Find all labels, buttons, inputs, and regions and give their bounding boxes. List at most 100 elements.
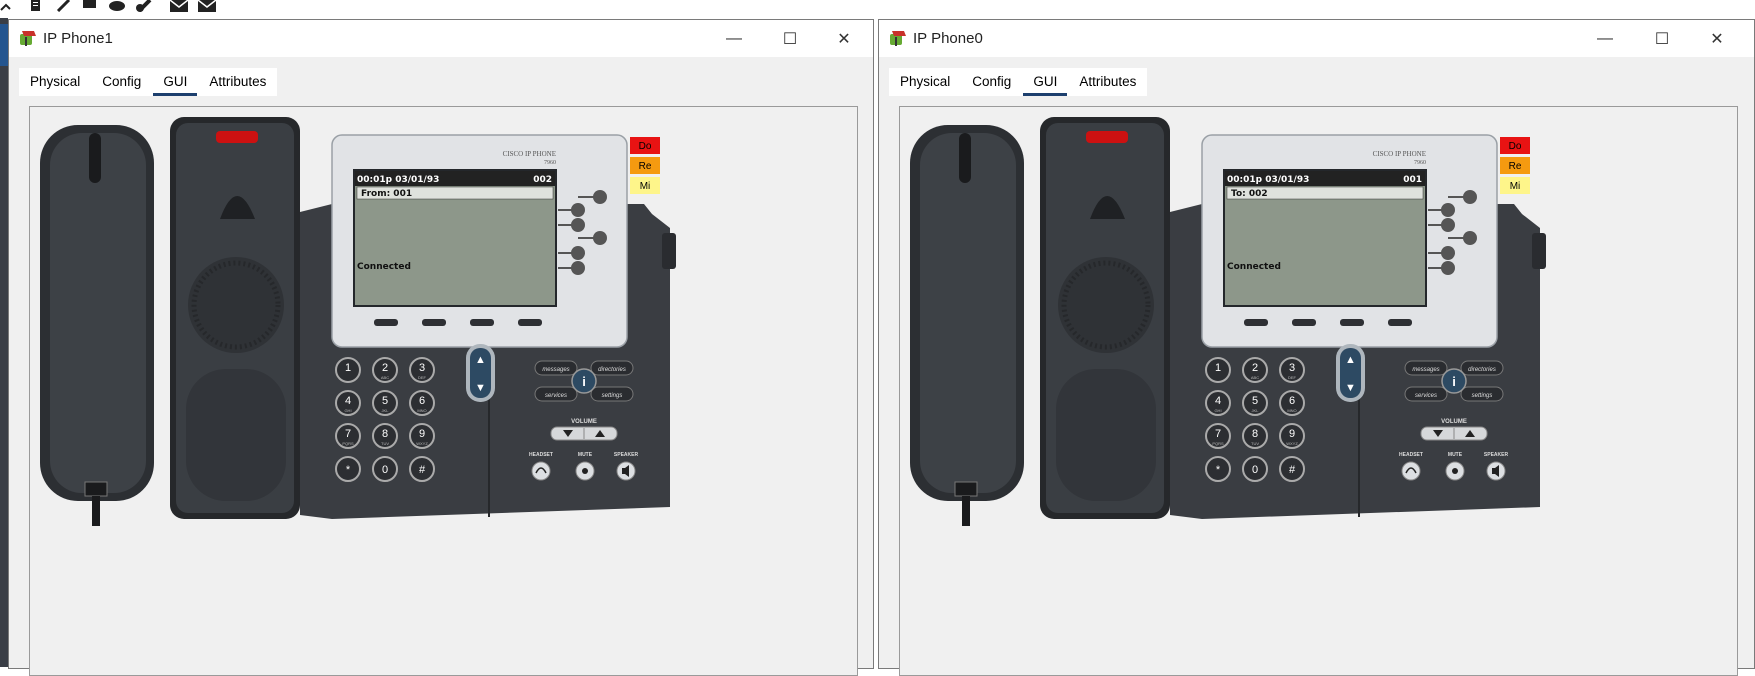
svg-text:2: 2 xyxy=(1252,362,1258,374)
brand-label: CISCO IP PHONE xyxy=(1373,150,1426,158)
minimize-button[interactable]: — xyxy=(1582,20,1628,57)
svg-text:6: 6 xyxy=(1289,395,1295,407)
key-3[interactable]: 3DEF xyxy=(409,357,435,383)
pencil-icon[interactable] xyxy=(56,0,72,12)
key-9[interactable]: 9WXYZ xyxy=(409,423,435,449)
svg-text:TUV: TUV xyxy=(381,441,389,446)
volume-label: VOLUME xyxy=(571,419,597,425)
mute-icon[interactable] xyxy=(1452,468,1458,474)
mute-label: MUTE xyxy=(1448,452,1463,458)
svg-text:5: 5 xyxy=(1252,395,1258,407)
key-1[interactable]: 1 xyxy=(335,357,361,383)
svg-text:4: 4 xyxy=(345,395,351,407)
minimize-button[interactable]: — xyxy=(711,20,757,57)
key-7[interactable]: 7PQRS xyxy=(1205,423,1231,449)
directories-key[interactable]: directories xyxy=(598,367,626,373)
info-key[interactable]: i xyxy=(582,374,586,389)
key-8[interactable]: 8TUV xyxy=(1242,423,1268,449)
svg-text:JKL: JKL xyxy=(382,408,390,413)
mute-icon[interactable] xyxy=(582,468,588,474)
key-4[interactable]: 4GHI xyxy=(335,390,361,416)
close-button[interactable]: ✕ xyxy=(821,20,867,57)
re-label: Re xyxy=(1509,161,1522,172)
svg-text:8: 8 xyxy=(1252,428,1258,440)
tab-physical[interactable]: Physical xyxy=(19,68,91,96)
messages-key[interactable]: messages xyxy=(542,367,569,373)
services-key[interactable]: services xyxy=(545,393,567,399)
tab-attributes[interactable]: Attributes xyxy=(1068,68,1147,96)
document-icon[interactable] xyxy=(28,0,42,12)
close-button[interactable]: ✕ xyxy=(1694,20,1740,57)
key-hash[interactable]: # xyxy=(1279,456,1305,482)
key-1[interactable]: 1 xyxy=(1205,357,1231,383)
tab-attributes[interactable]: Attributes xyxy=(198,68,277,96)
settings-key[interactable]: settings xyxy=(602,393,623,399)
svg-text:▲: ▲ xyxy=(1345,354,1356,366)
key-5[interactable]: 5JKL xyxy=(1242,390,1268,416)
services-key[interactable]: services xyxy=(1415,393,1437,399)
audio-keys[interactable]: HEADSET MUTE SPEAKER xyxy=(529,452,639,481)
audio-keys[interactable]: HEADSET MUTE SPEAKER xyxy=(1399,452,1508,481)
tab-physical[interactable]: Physical xyxy=(889,68,961,96)
handset-cradle xyxy=(170,117,300,519)
svg-text:8: 8 xyxy=(382,428,388,440)
navigation-button[interactable]: ▲ ▼ xyxy=(1336,344,1365,402)
headset-label: HEADSET xyxy=(529,452,553,458)
key-hash[interactable]: # xyxy=(409,456,435,482)
svg-text:6: 6 xyxy=(419,395,425,407)
svg-text:MNO: MNO xyxy=(417,408,426,413)
ip-phone-7960: CISCO IP PHONE 7960 00:01p 03/01/93 002 … xyxy=(40,117,676,526)
svg-text:3: 3 xyxy=(1289,362,1295,374)
messages-key[interactable]: messages xyxy=(1412,367,1439,373)
svg-text:#: # xyxy=(419,464,426,476)
connection-icon[interactable] xyxy=(0,0,14,12)
app-icon xyxy=(20,31,36,46)
svg-text:GHI: GHI xyxy=(1214,408,1221,413)
tab-gui[interactable]: GUI xyxy=(1022,68,1068,96)
key-0[interactable]: 0 xyxy=(1242,456,1268,482)
handset[interactable] xyxy=(40,125,154,526)
mail-icon[interactable] xyxy=(168,0,190,14)
key-6[interactable]: 6MNO xyxy=(1279,390,1305,416)
svg-text:3: 3 xyxy=(419,362,425,374)
svg-text:9: 9 xyxy=(1289,428,1295,440)
model-label: 7960 xyxy=(1414,160,1426,166)
envelope-icon[interactable] xyxy=(196,0,218,14)
key-star[interactable]: * xyxy=(335,456,361,482)
maximize-button[interactable]: ☐ xyxy=(767,20,813,57)
key-4[interactable]: 4GHI xyxy=(1205,390,1231,416)
tab-config[interactable]: Config xyxy=(91,68,152,96)
tab-gui[interactable]: GUI xyxy=(152,68,198,96)
svg-text:GHI: GHI xyxy=(344,408,351,413)
block-icon[interactable] xyxy=(82,0,98,12)
navigation-button[interactable]: ▲ ▼ xyxy=(466,344,495,402)
guitar-icon[interactable] xyxy=(136,0,154,12)
svg-text:*: * xyxy=(346,464,351,476)
lcd-extension: 001 xyxy=(1403,175,1422,185)
key-8[interactable]: 8TUV xyxy=(372,423,398,449)
brand-label: CISCO IP PHONE xyxy=(503,150,556,158)
tab-config[interactable]: Config xyxy=(961,68,1022,96)
maximize-button[interactable]: ☐ xyxy=(1639,20,1685,57)
info-key[interactable]: i xyxy=(1452,374,1456,389)
svg-text:2: 2 xyxy=(382,362,388,374)
key-0[interactable]: 0 xyxy=(372,456,398,482)
phone-icon[interactable] xyxy=(108,0,126,12)
speaker-label: SPEAKER xyxy=(614,452,639,458)
key-2[interactable]: 2ABC xyxy=(372,357,398,383)
lcd-display: 00:01p 03/01/93 001 To: 002 Connected xyxy=(1223,169,1427,307)
directories-key[interactable]: directories xyxy=(1468,367,1496,373)
key-5[interactable]: 5JKL xyxy=(372,390,398,416)
settings-key[interactable]: settings xyxy=(1472,393,1493,399)
tab-bar: Physical Config GUI Attributes xyxy=(19,68,278,96)
key-9[interactable]: 9WXYZ xyxy=(1279,423,1305,449)
key-6[interactable]: 6MNO xyxy=(409,390,435,416)
key-3[interactable]: 3DEF xyxy=(1279,357,1305,383)
key-star[interactable]: * xyxy=(1205,456,1231,482)
handset[interactable] xyxy=(910,125,1024,526)
title-bar: IP Phone1 — ☐ ✕ xyxy=(9,20,873,57)
key-7[interactable]: 7PQRS xyxy=(335,423,361,449)
mute-label: MUTE xyxy=(578,452,593,458)
svg-text:0: 0 xyxy=(382,464,388,476)
key-2[interactable]: 2ABC xyxy=(1242,357,1268,383)
